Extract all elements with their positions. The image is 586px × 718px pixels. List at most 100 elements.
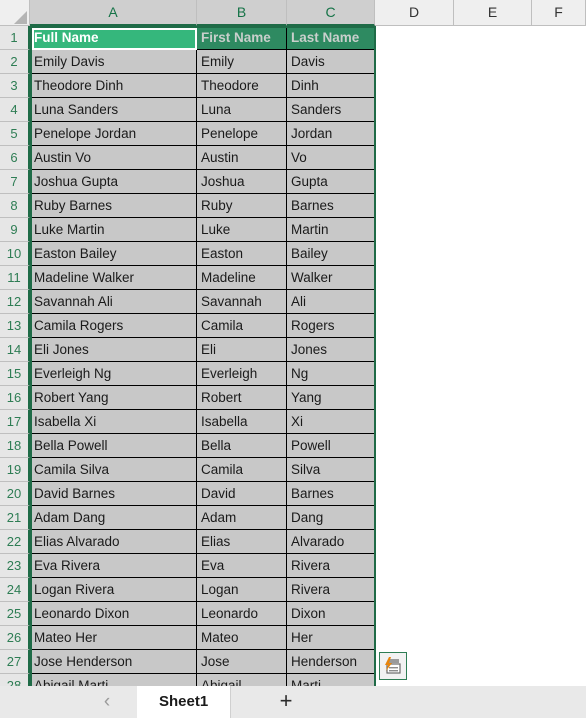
cell-b4[interactable]: Luna [197,98,287,122]
cell-b11[interactable]: Madeline [197,266,287,290]
cell-b10[interactable]: Easton [197,242,287,266]
cell-c8[interactable]: Barnes [287,194,375,218]
row-header-24[interactable]: 24 [0,578,30,602]
cell-a28[interactable]: Abigail Marti [30,674,197,686]
cell-c28[interactable]: Marti [287,674,375,686]
cell-a9[interactable]: Luke Martin [30,218,197,242]
column-header-f[interactable]: F [532,0,586,26]
add-sheet-button[interactable]: + [256,686,316,718]
cell-c19[interactable]: Silva [287,458,375,482]
cell-a19[interactable]: Camila Silva [30,458,197,482]
paste-options-button[interactable] [379,652,407,680]
cell-c16[interactable]: Yang [287,386,375,410]
cell-c27[interactable]: Henderson [287,650,375,674]
cell-b7[interactable]: Joshua [197,170,287,194]
row-header-6[interactable]: 6 [0,146,30,170]
cell-c21[interactable]: Dang [287,506,375,530]
cell-a12[interactable]: Savannah Ali [30,290,197,314]
cell-a24[interactable]: Logan Rivera [30,578,197,602]
cell-a22[interactable]: Elias Alvarado [30,530,197,554]
cell-a11[interactable]: Madeline Walker [30,266,197,290]
row-header-3[interactable]: 3 [0,74,30,98]
row-header-10[interactable]: 10 [0,242,30,266]
cell-b9[interactable]: Luke [197,218,287,242]
cell-c25[interactable]: Dixon [287,602,375,626]
row-header-16[interactable]: 16 [0,386,30,410]
row-header-15[interactable]: 15 [0,362,30,386]
cell-c22[interactable]: Alvarado [287,530,375,554]
column-header-a[interactable]: A [30,0,197,26]
cell-b12[interactable]: Savannah [197,290,287,314]
table-header-cell-b1[interactable]: First Name [197,26,287,50]
row-header-18[interactable]: 18 [0,434,30,458]
cell-c11[interactable]: Walker [287,266,375,290]
cell-b14[interactable]: Eli [197,338,287,362]
cell-a26[interactable]: Mateo Her [30,626,197,650]
cell-a27[interactable]: Jose Henderson [30,650,197,674]
column-header-d[interactable]: D [375,0,454,26]
cell-b19[interactable]: Camila [197,458,287,482]
cell-b18[interactable]: Bella [197,434,287,458]
cell-b3[interactable]: Theodore [197,74,287,98]
table-header-cell-c1[interactable]: Last Name [287,26,375,50]
row-header-23[interactable]: 23 [0,554,30,578]
cell-a15[interactable]: Everleigh Ng [30,362,197,386]
cell-a7[interactable]: Joshua Gupta [30,170,197,194]
cell-b21[interactable]: Adam [197,506,287,530]
cell-a18[interactable]: Bella Powell [30,434,197,458]
column-header-e[interactable]: E [454,0,532,26]
cell-b17[interactable]: Isabella [197,410,287,434]
cell-a17[interactable]: Isabella Xi [30,410,197,434]
cell-c9[interactable]: Martin [287,218,375,242]
cell-a14[interactable]: Eli Jones [30,338,197,362]
row-header-11[interactable]: 11 [0,266,30,290]
cell-b2[interactable]: Emily [197,50,287,74]
cell-a8[interactable]: Ruby Barnes [30,194,197,218]
cell-a2[interactable]: Emily Davis [30,50,197,74]
cell-b6[interactable]: Austin [197,146,287,170]
cell-a13[interactable]: Camila Rogers [30,314,197,338]
cell-c12[interactable]: Ali [287,290,375,314]
row-header-14[interactable]: 14 [0,338,30,362]
cell-c24[interactable]: Rivera [287,578,375,602]
cell-a23[interactable]: Eva Rivera [30,554,197,578]
cell-a25[interactable]: Leonardo Dixon [30,602,197,626]
cell-c23[interactable]: Rivera [287,554,375,578]
cell-b16[interactable]: Robert [197,386,287,410]
cell-c4[interactable]: Sanders [287,98,375,122]
cell-c6[interactable]: Vo [287,146,375,170]
prev-sheet-button[interactable]: ‹ [84,686,130,718]
cell-c2[interactable]: Davis [287,50,375,74]
row-header-27[interactable]: 27 [0,650,30,674]
row-header-17[interactable]: 17 [0,410,30,434]
cell-b25[interactable]: Leonardo [197,602,287,626]
cell-a5[interactable]: Penelope Jordan [30,122,197,146]
row-header-12[interactable]: 12 [0,290,30,314]
row-header-2[interactable]: 2 [0,50,30,74]
row-header-9[interactable]: 9 [0,218,30,242]
cell-b5[interactable]: Penelope [197,122,287,146]
cell-c14[interactable]: Jones [287,338,375,362]
select-all-corner[interactable] [0,0,30,26]
cell-b26[interactable]: Mateo [197,626,287,650]
cell-a6[interactable]: Austin Vo [30,146,197,170]
table-header-cell-a1[interactable]: Full Name [30,26,197,50]
cell-c18[interactable]: Powell [287,434,375,458]
sheet-tab-sheet1[interactable]: Sheet1 [137,686,232,718]
cell-b20[interactable]: David [197,482,287,506]
row-header-5[interactable]: 5 [0,122,30,146]
cell-c15[interactable]: Ng [287,362,375,386]
cell-c13[interactable]: Rogers [287,314,375,338]
cell-c17[interactable]: Xi [287,410,375,434]
cell-b27[interactable]: Jose [197,650,287,674]
cell-b28[interactable]: Abigail [197,674,287,686]
cell-b23[interactable]: Eva [197,554,287,578]
cell-c7[interactable]: Gupta [287,170,375,194]
row-header-21[interactable]: 21 [0,506,30,530]
cell-c10[interactable]: Bailey [287,242,375,266]
cell-a3[interactable]: Theodore Dinh [30,74,197,98]
row-header-19[interactable]: 19 [0,458,30,482]
cell-a21[interactable]: Adam Dang [30,506,197,530]
cell-b24[interactable]: Logan [197,578,287,602]
cell-b22[interactable]: Elias [197,530,287,554]
